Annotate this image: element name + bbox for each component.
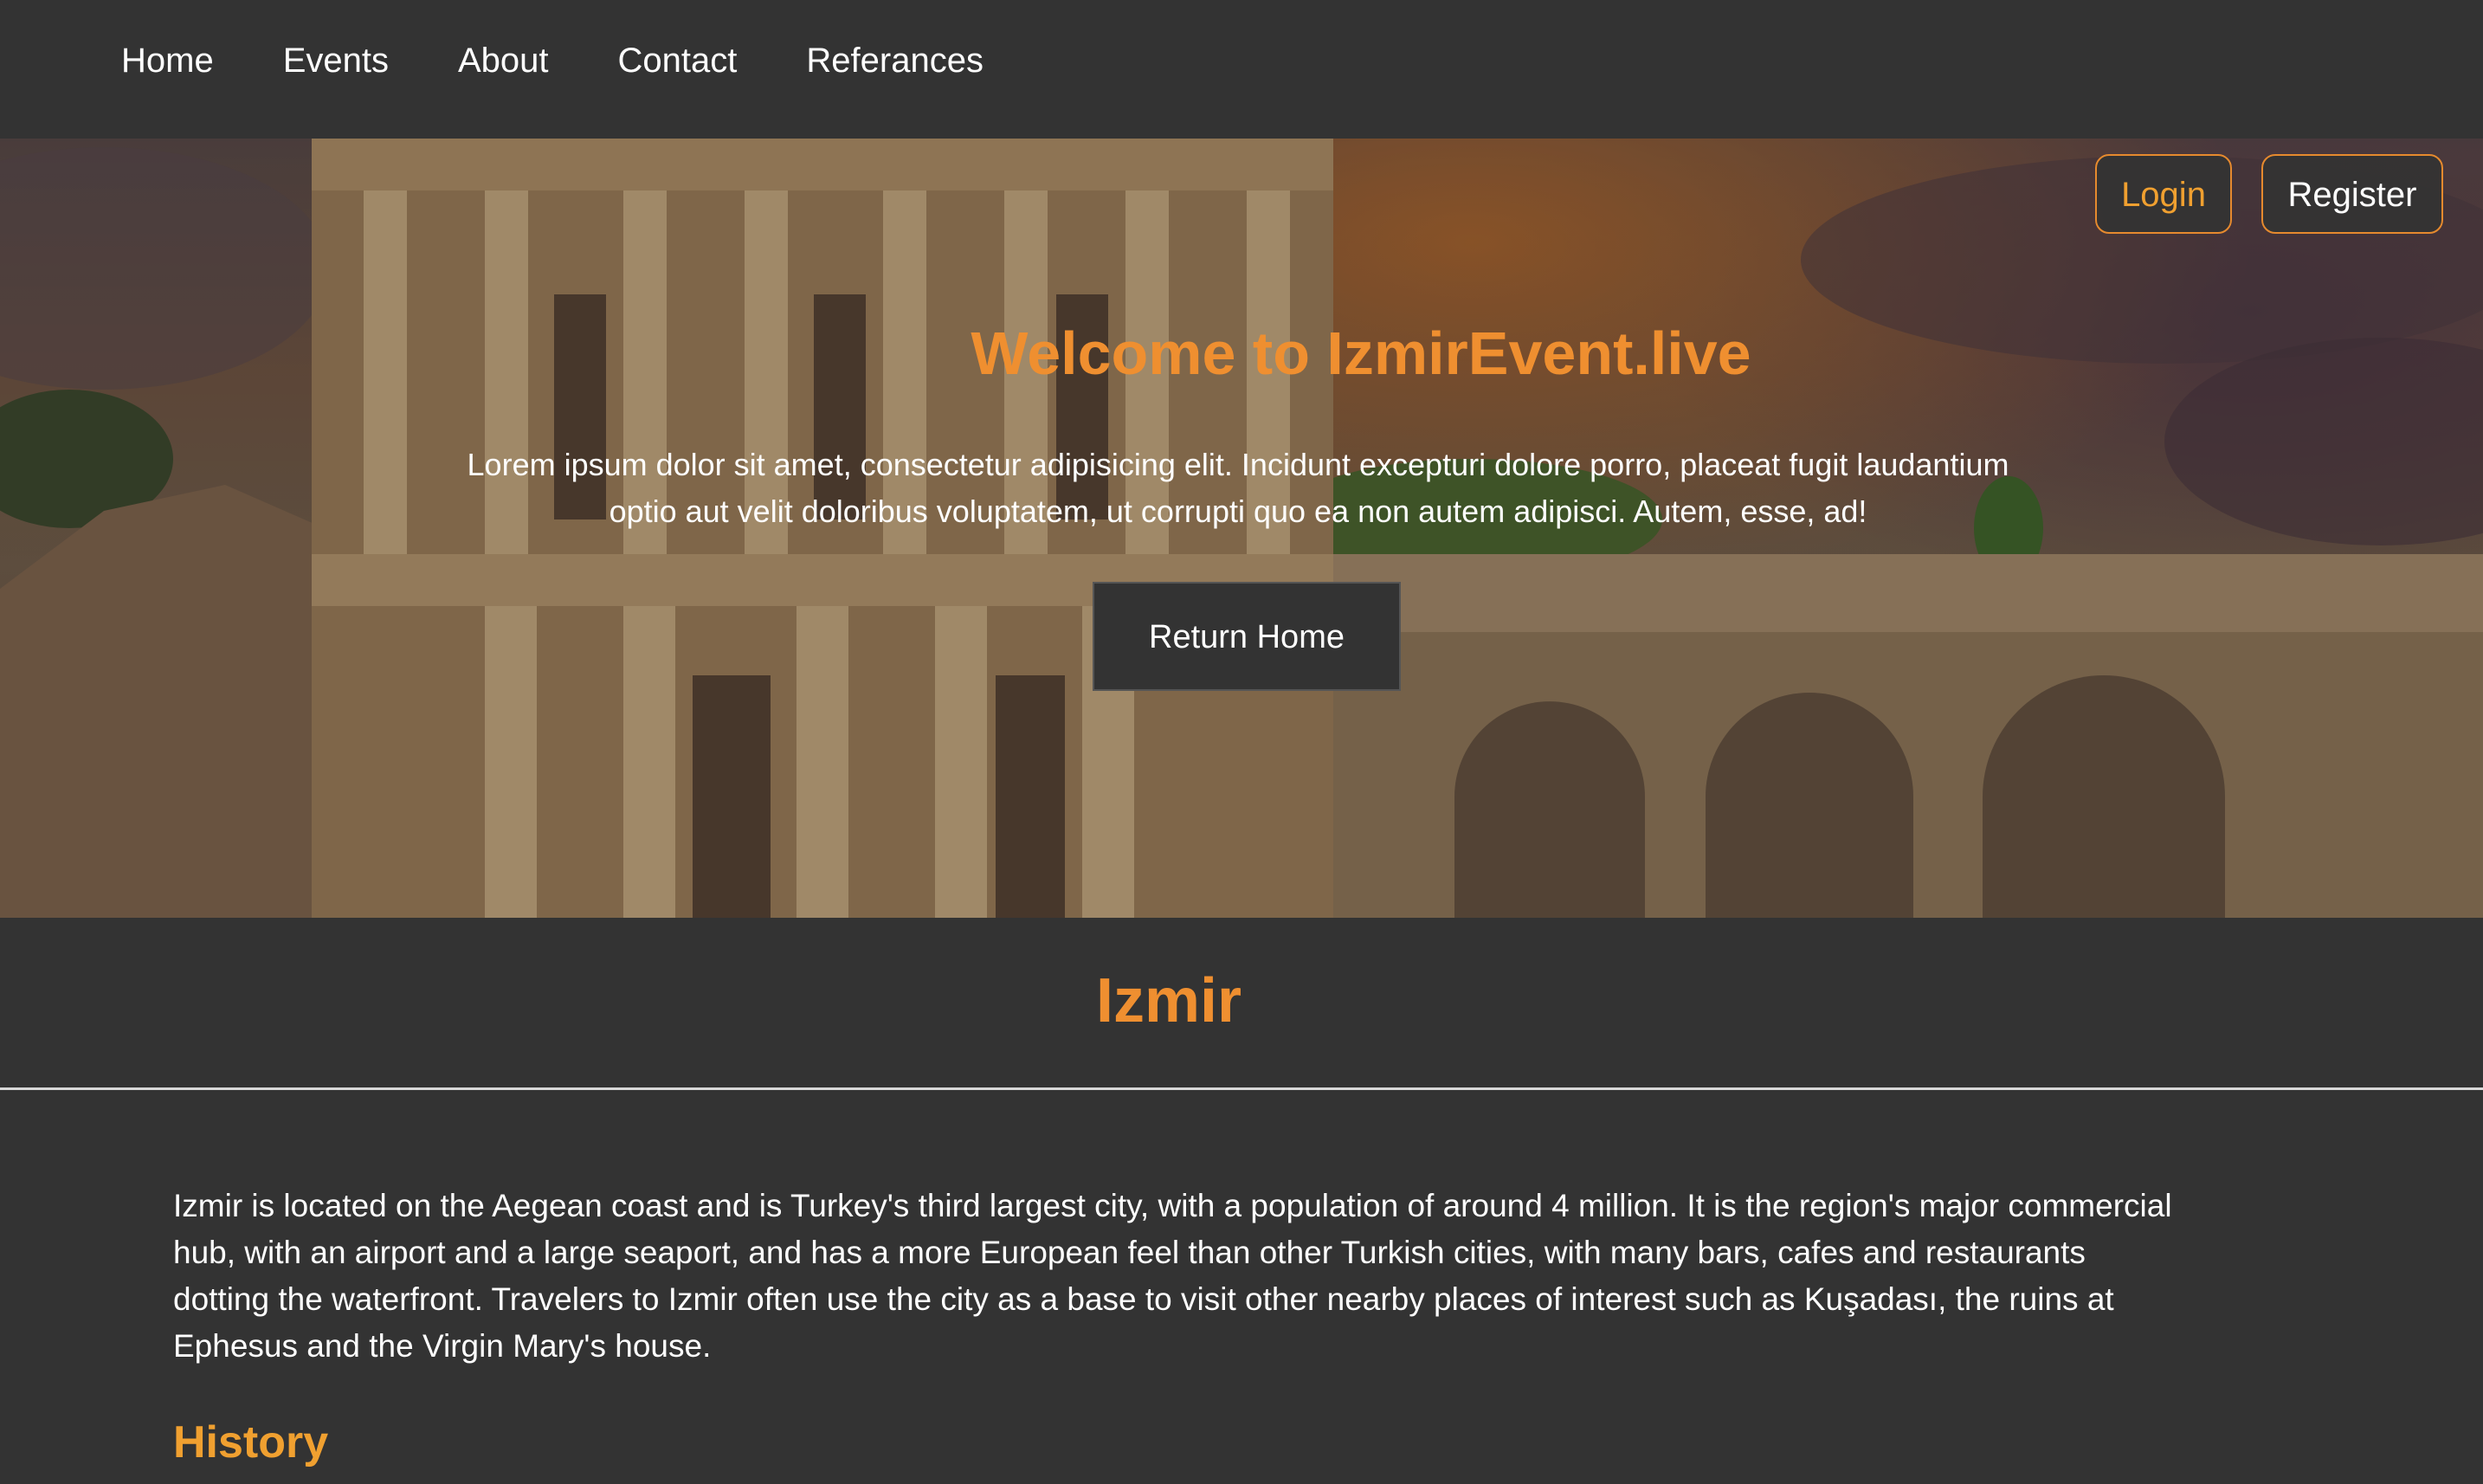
hero-title: Welcome to IzmirEvent.live: [971, 319, 1751, 387]
nav-link-home[interactable]: Home: [121, 38, 214, 83]
return-home-button[interactable]: Return Home: [1093, 582, 1401, 691]
nav-links: Home Events About Contact Referances: [121, 38, 1053, 83]
hero-description: Lorem ipsum dolor sit amet, consectetur …: [467, 447, 2009, 529]
nav-link-contact[interactable]: Contact: [618, 38, 738, 83]
nav-link-about[interactable]: About: [458, 38, 549, 83]
login-button[interactable]: Login: [2095, 154, 2232, 234]
history-heading: History: [173, 1417, 329, 1468]
intro-paragraph: Izmir is located on the Aegean coast and…: [173, 1188, 2172, 1364]
register-button[interactable]: Register: [2261, 154, 2443, 234]
city-title: Izmir: [1095, 966, 1242, 1036]
hero-section: Login Register Welcome to IzmirEvent.liv…: [0, 139, 2483, 918]
section-divider: [0, 1087, 2483, 1090]
top-navbar: Home Events About Contact Referances: [0, 0, 2483, 139]
nav-link-events[interactable]: Events: [283, 38, 389, 83]
nav-link-referances[interactable]: Referances: [806, 38, 984, 83]
